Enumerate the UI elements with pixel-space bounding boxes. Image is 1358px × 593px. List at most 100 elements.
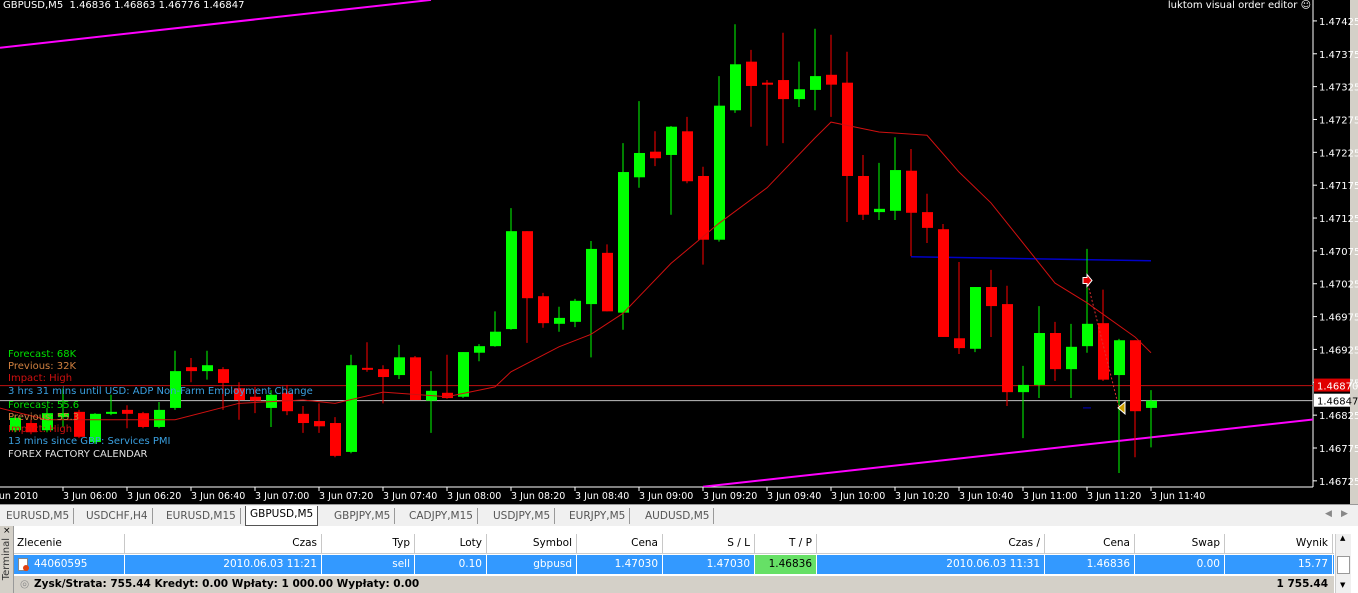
tab-gbpusd-m5[interactable]: GBPUSD,M5 bbox=[245, 506, 319, 526]
cell-order[interactable]: 44060595 bbox=[14, 555, 125, 574]
bear-candle bbox=[186, 367, 197, 372]
bear-candle bbox=[522, 231, 533, 299]
bear-candle bbox=[826, 74, 837, 85]
summary-text: Zysk/Strata: 755.44 Kredyt: 0.00 Wpłaty:… bbox=[34, 578, 420, 590]
tab-scroll-left-icon[interactable]: ◀ bbox=[1325, 509, 1332, 519]
bear-candle bbox=[330, 423, 341, 456]
time-tick-label: 3 Jun 06:00 bbox=[63, 491, 117, 502]
column-header-close-price[interactable]: Cena bbox=[1045, 534, 1135, 553]
tab-eurusd-m15[interactable]: EURUSD,M15 bbox=[162, 508, 241, 524]
time-tick-label: 3 Jun 07:40 bbox=[383, 491, 437, 502]
price-tick-label: 1.47325 bbox=[1319, 83, 1358, 94]
sell-arrow-icon[interactable] bbox=[1082, 273, 1093, 288]
price-tick-label: 1.47225 bbox=[1319, 148, 1358, 159]
bull-candle bbox=[554, 317, 565, 324]
bull-candle bbox=[458, 352, 469, 397]
bear-candle bbox=[602, 252, 613, 312]
bull-candle bbox=[890, 170, 901, 211]
price-tick-label: 1.46975 bbox=[1319, 313, 1358, 324]
tab-usdchf-h4[interactable]: USDCHF,H4 bbox=[82, 508, 153, 524]
tab-eurjpy-m5[interactable]: EURJPY,M5 bbox=[565, 508, 631, 524]
column-header-sl[interactable]: S / L bbox=[663, 534, 755, 553]
cell-close-time[interactable]: 2010.06.03 11:31 bbox=[817, 555, 1045, 574]
bear-candle bbox=[218, 369, 229, 383]
tab-usdjpy-m5[interactable]: USDJPY,M5 bbox=[489, 508, 556, 524]
sell-price-label: 1.46870 bbox=[1317, 382, 1358, 393]
bear-candle bbox=[762, 82, 773, 85]
bull-candle bbox=[634, 152, 645, 178]
account-summary: ◎ Zysk/Strata: 755.44 Kredyt: 0.00 Wpłat… bbox=[14, 576, 1334, 593]
close-icon[interactable]: × bbox=[3, 526, 11, 536]
bear-candle bbox=[682, 131, 693, 182]
bull-candle bbox=[730, 64, 741, 111]
bull-candle bbox=[1034, 333, 1045, 385]
price-tick-label: 1.46725 bbox=[1319, 477, 1358, 488]
time-tick-label: 3 Jun 10:20 bbox=[895, 491, 949, 502]
cell-symbol[interactable]: gbpusd bbox=[487, 555, 577, 574]
trendline bbox=[702, 418, 1313, 487]
bear-candle bbox=[938, 229, 949, 337]
tab-scroll-right-icon[interactable]: ▶ bbox=[1341, 509, 1348, 519]
scroll-down-icon[interactable]: ▼ bbox=[1340, 581, 1345, 589]
bear-candle bbox=[1050, 333, 1061, 370]
cell-lots[interactable]: 0.10 bbox=[415, 555, 487, 574]
cell-type[interactable]: sell bbox=[322, 555, 415, 574]
bull-candle bbox=[346, 365, 357, 452]
cell-swap[interactable]: 0.00 bbox=[1135, 555, 1225, 574]
column-header-order[interactable]: Zlecenie bbox=[14, 534, 125, 553]
price-tick-label: 1.46775 bbox=[1319, 444, 1358, 455]
table-header: Zlecenie Czas Typ Loty Symbol Cena S / LT / PC… bbox=[14, 534, 1334, 554]
cell-close-price[interactable]: 1.46836 bbox=[1045, 555, 1135, 574]
bear-candle bbox=[538, 296, 549, 324]
price-tick-label: 1.47425 bbox=[1319, 17, 1358, 28]
terminal-sidebar: × Terminal bbox=[0, 526, 14, 593]
column-header-lots[interactable]: Loty bbox=[415, 534, 487, 553]
cell-profit[interactable]: 15.77 bbox=[1225, 555, 1333, 574]
bid-price-label: 1.46847 bbox=[1317, 397, 1358, 408]
scroll-up-icon[interactable]: ▲ bbox=[1340, 534, 1345, 542]
table-row[interactable]: 44060595 2010.06.03 11:21 sell 0.10 gbpusd 1.… bbox=[14, 555, 1334, 574]
bull-candle bbox=[154, 409, 165, 427]
chart-canvas[interactable]: 1.47425 1.47375 1.47325 1.47275 1.47225 1.471… bbox=[0, 0, 1358, 504]
column-header-close-time[interactable]: Czas / bbox=[817, 534, 1045, 553]
bear-candle bbox=[250, 396, 261, 401]
tab-audusd-m5[interactable]: AUDUSD,M5 bbox=[641, 508, 715, 524]
visual-order-editor[interactable]: luktom visual order editor ☺ bbox=[1168, 0, 1311, 11]
terminal-side-label: Terminal bbox=[1, 538, 12, 581]
column-header-type[interactable]: Typ bbox=[322, 534, 415, 553]
column-header-tp[interactable]: T / P bbox=[755, 534, 817, 553]
cell-open-price[interactable]: 1.47030 bbox=[577, 555, 663, 574]
price-tick-label: 1.46925 bbox=[1319, 345, 1358, 356]
bear-candle bbox=[122, 409, 133, 414]
bull-candle bbox=[810, 76, 821, 90]
time-tick-label: 3 Jun 2010 bbox=[0, 491, 38, 502]
bear-candle bbox=[986, 287, 997, 307]
column-header-profit[interactable]: Wynik bbox=[1225, 534, 1333, 553]
news-line: Forecast: 55.6 bbox=[8, 399, 80, 411]
column-header-symbol[interactable]: Symbol bbox=[487, 534, 577, 553]
column-header-open-price[interactable]: Cena bbox=[577, 534, 663, 553]
tab-cadjpy-m15[interactable]: CADJPY,M15 bbox=[405, 508, 478, 524]
price-chart[interactable]: 1.47425 1.47375 1.47325 1.47275 1.47225 1.471… bbox=[0, 0, 1358, 504]
price-tick-label: 1.47125 bbox=[1319, 214, 1358, 225]
bull-candle bbox=[1066, 346, 1077, 370]
cell-open-time[interactable]: 2010.06.03 11:21 bbox=[125, 555, 322, 574]
column-header-swap[interactable]: Swap bbox=[1135, 534, 1225, 553]
table-scrollbar[interactable]: ▲ ▼ bbox=[1335, 534, 1351, 593]
symbol-header: GBPUSD,M5 1.46836 1.46863 1.46776 1.4684… bbox=[3, 0, 245, 11]
news-line: Previous: 32K bbox=[8, 361, 77, 373]
time-tick-label: 3 Jun 08:20 bbox=[511, 491, 565, 502]
bull-candle bbox=[506, 231, 517, 330]
tab-eurusd-m5[interactable]: EURUSD,M5 bbox=[2, 508, 75, 524]
bear-candle bbox=[298, 413, 309, 424]
time-tick-label: 3 Jun 06:40 bbox=[191, 491, 245, 502]
scroll-thumb[interactable] bbox=[1337, 556, 1350, 574]
bull-candle bbox=[794, 89, 805, 100]
time-tick-label: 3 Jun 07:00 bbox=[255, 491, 309, 502]
bull-candle bbox=[394, 357, 405, 376]
column-header-open-time[interactable]: Czas bbox=[125, 534, 322, 553]
cell-sl[interactable]: 1.47030 bbox=[663, 555, 755, 574]
bull-candle bbox=[1082, 323, 1093, 347]
cell-tp[interactable]: 1.46836 bbox=[755, 555, 817, 574]
tab-gbpjpy-m5[interactable]: GBPJPY,M5 bbox=[330, 508, 396, 524]
